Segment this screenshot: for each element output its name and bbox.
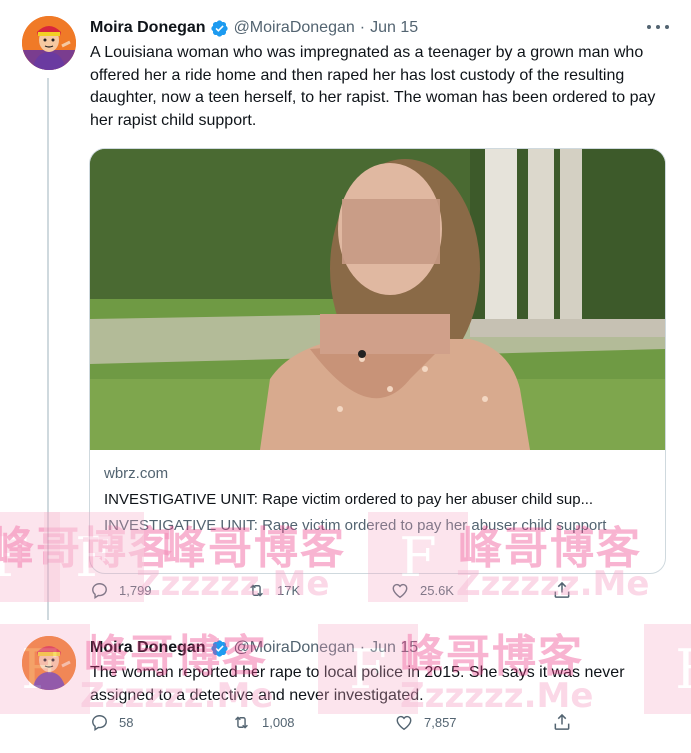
reply-icon — [92, 714, 107, 731]
retweet-icon — [250, 583, 263, 597]
reply-count: 1,799 — [119, 582, 152, 598]
separator-dot: · — [359, 639, 366, 656]
card-image — [90, 149, 665, 450]
share-button[interactable] — [552, 580, 572, 600]
card-title: INVESTIGATIVE UNIT: Rape victim ordered … — [104, 491, 594, 508]
retweet-button[interactable]: 1,008 — [231, 713, 295, 732]
more-options-icon[interactable] — [647, 20, 669, 34]
author-name[interactable]: Moira Donegan — [90, 19, 206, 37]
like-count: 7,857 — [424, 714, 457, 730]
reply-button[interactable]: 58 — [90, 713, 133, 732]
retweet-icon — [235, 715, 248, 729]
retweet-count: 1,008 — [262, 714, 295, 730]
separator-dot: · — [359, 19, 366, 36]
like-button[interactable]: 25.6K — [390, 581, 454, 600]
link-card[interactable]: wbrz.com INVESTIGATIVE UNIT: Rape victim… — [89, 148, 666, 574]
cartoon-avatar-icon — [22, 636, 76, 690]
retweet-button[interactable]: 17K — [246, 581, 300, 600]
share-button[interactable] — [552, 712, 572, 732]
card-description: INVESTIGATIVE UNIT: Rape victim ordered … — [104, 517, 607, 534]
like-count: 25.6K — [420, 582, 454, 598]
reply-count: 58 — [119, 714, 134, 730]
reply-button[interactable]: 1,799 — [90, 581, 152, 600]
tweet-text: The woman reported her rape to local pol… — [90, 664, 625, 704]
share-icon — [554, 713, 570, 730]
tweet[interactable]: Moira Donegan @MoiraDonegan · Jun 15 A L… — [0, 0, 691, 620]
avatar[interactable] — [22, 636, 76, 690]
card-domain: wbrz.com — [104, 465, 169, 482]
like-button[interactable]: 7,857 — [394, 713, 457, 732]
reply-icon — [92, 582, 107, 599]
tweet-text: A Louisiana woman who was impregnated as… — [90, 44, 656, 129]
verified-badge-icon — [210, 19, 229, 38]
heart-icon — [392, 583, 408, 598]
tweet-date[interactable]: Jun 15 — [370, 19, 418, 37]
retweet-count: 17K — [277, 582, 301, 598]
share-icon — [554, 581, 570, 598]
author-name[interactable]: Moira Donegan — [90, 639, 206, 657]
heart-icon — [396, 715, 412, 730]
author-handle[interactable]: @MoiraDonegan — [234, 639, 355, 657]
tweet-header: Moira Donegan @MoiraDonegan · Jun 15 — [90, 637, 418, 659]
tweet-header: Moira Donegan @MoiraDonegan · Jun 15 — [90, 17, 418, 39]
author-handle[interactable]: @MoiraDonegan — [234, 19, 355, 37]
cartoon-avatar-icon — [22, 16, 76, 70]
tweet[interactable]: Moira Donegan @MoiraDonegan · Jun 15 The… — [0, 622, 691, 753]
avatar[interactable] — [22, 16, 76, 70]
verified-badge-icon — [210, 639, 229, 658]
tweet-date[interactable]: Jun 15 — [370, 639, 418, 657]
